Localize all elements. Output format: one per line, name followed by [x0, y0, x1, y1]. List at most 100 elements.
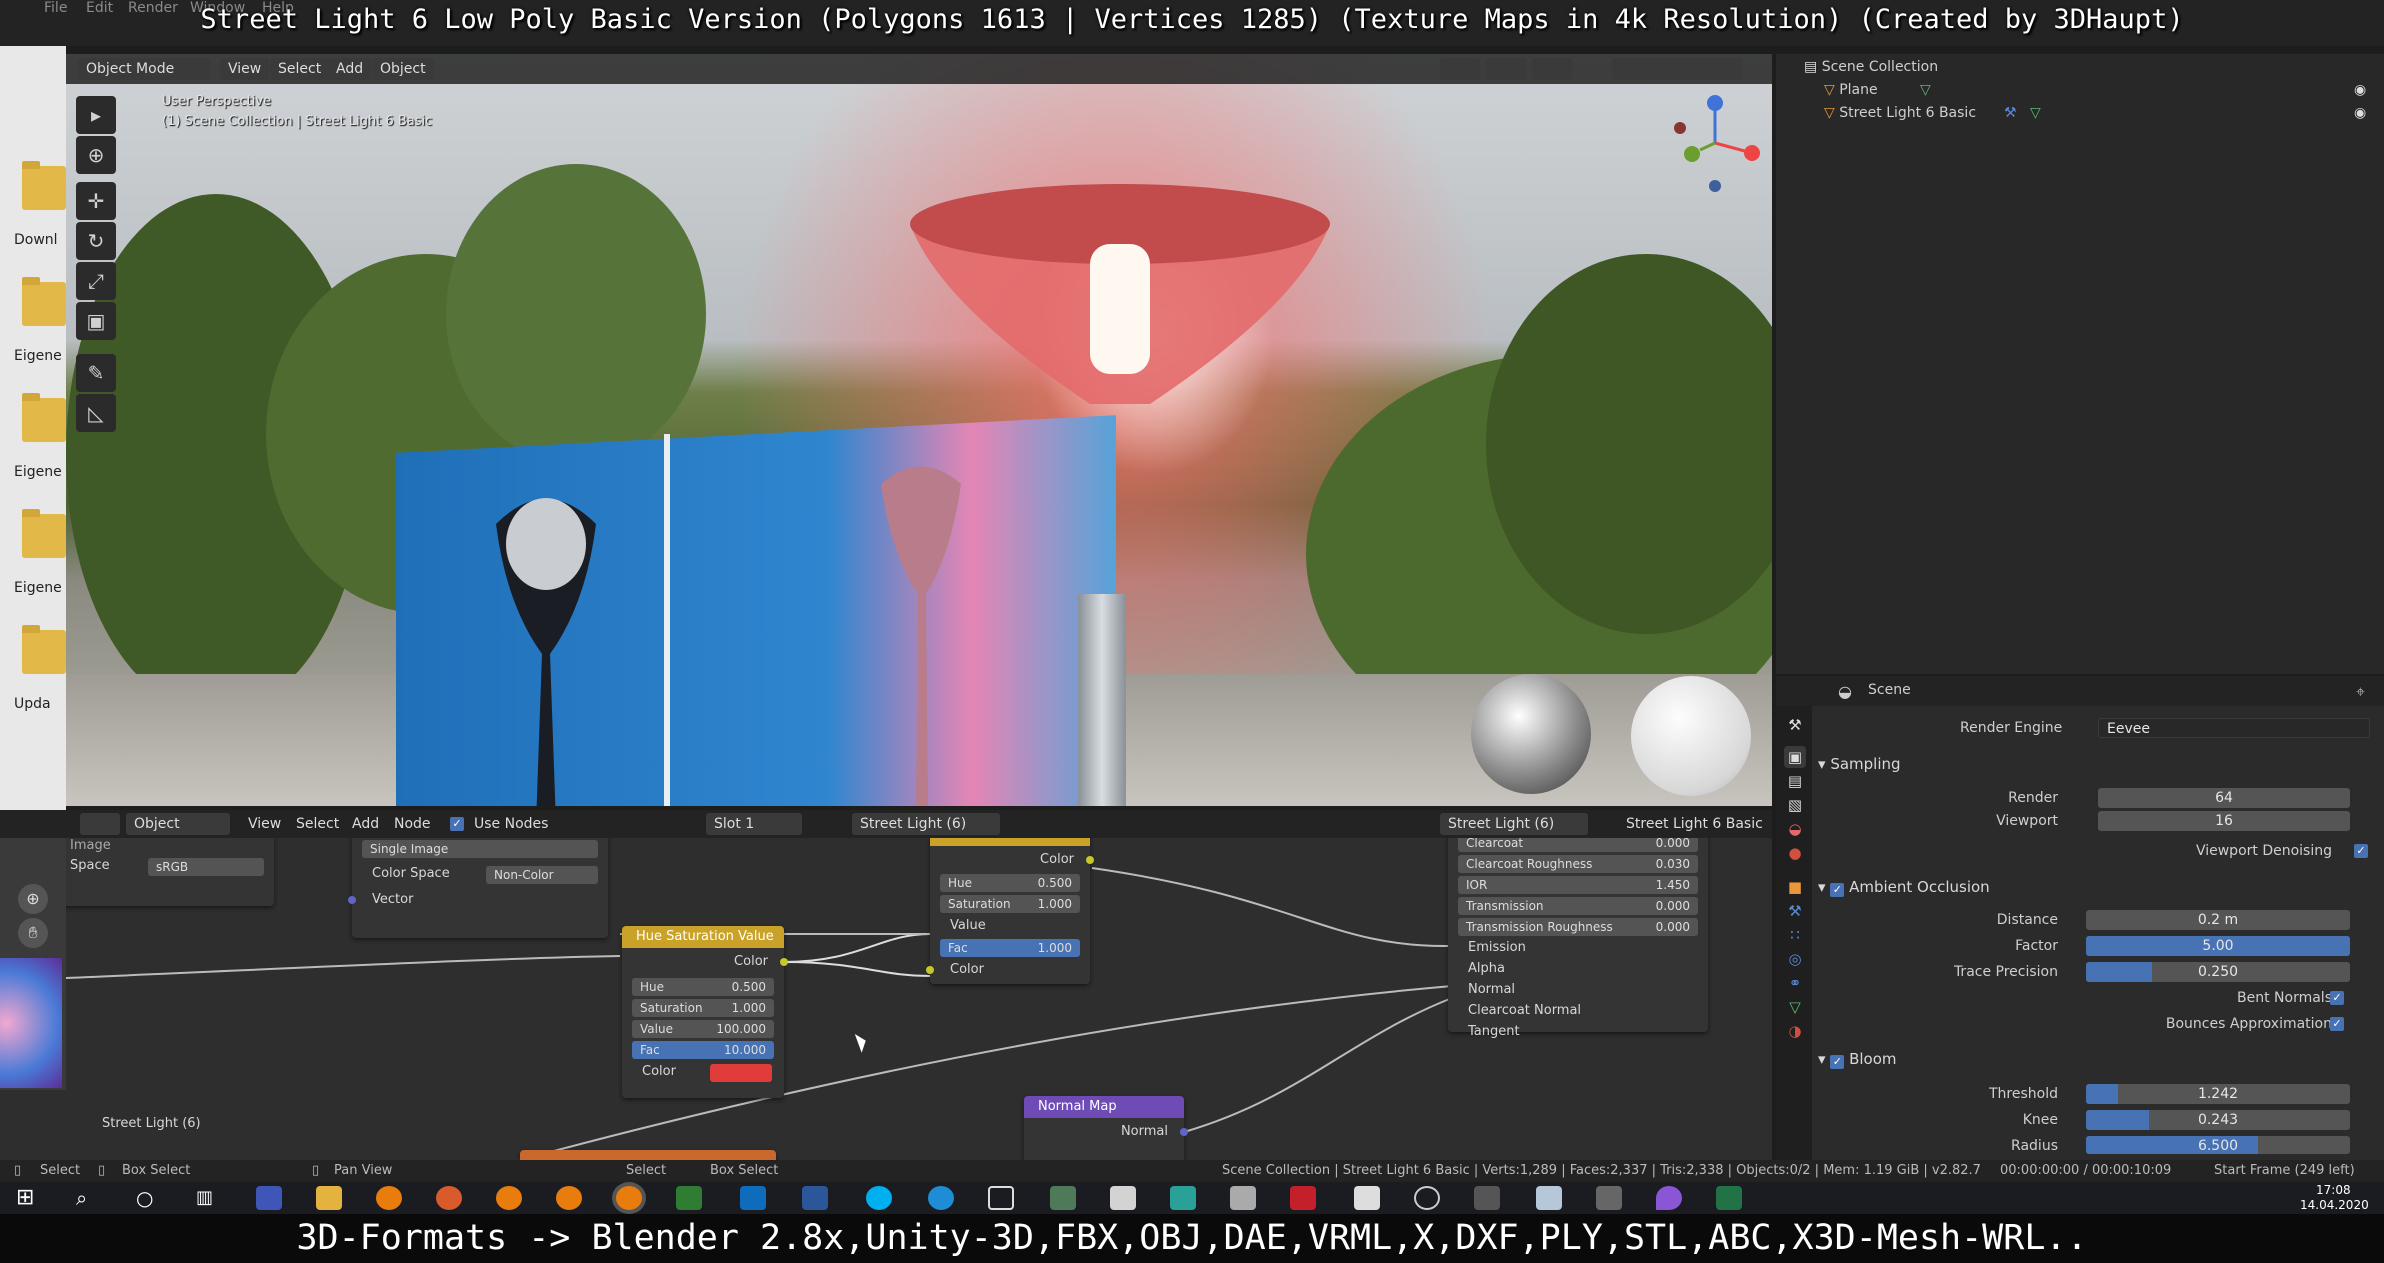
color-swatch[interactable] — [710, 1064, 772, 1082]
hue-saturation-value-node[interactable]: Hue Saturation Value Color Hue0.500 Satu… — [622, 926, 788, 1098]
principled-bsdf-node[interactable]: Clearcoat 0.000 Clearcoat Roughness 0.030 … — [1448, 838, 1708, 1039]
obs-icon[interactable] — [1414, 1186, 1440, 1210]
render-tab-icon[interactable]: ▣ — [1784, 746, 1806, 768]
normal-output-socket[interactable] — [1180, 1128, 1188, 1136]
image-source-dropdown[interactable]: Single Image — [362, 840, 598, 858]
collapsed-node[interactable] — [520, 1150, 776, 1160]
app-icon[interactable] — [1536, 1186, 1562, 1210]
bloom-threshold-slider[interactable]: 1.242 — [2086, 1084, 2350, 1104]
bloom-radius-slider[interactable]: 6.500 — [2086, 1136, 2350, 1154]
output-tab-icon[interactable]: ▤ — [1784, 770, 1806, 792]
calculator-icon[interactable] — [1596, 1186, 1622, 1210]
render-engine-dropdown[interactable]: Eevee — [2098, 718, 2370, 738]
color-space-dropdown[interactable]: sRGB — [148, 858, 264, 876]
file-explorer-icon[interactable] — [316, 1186, 342, 1210]
ambient-occlusion-panel-header[interactable]: ▾ ✓ Ambient Occlusion — [1818, 878, 1990, 897]
render-samples-field[interactable]: 64 — [2098, 788, 2350, 808]
eye-icon[interactable]: ◉ — [2354, 79, 2366, 101]
skype-icon[interactable] — [866, 1186, 892, 1210]
app-icon[interactable] — [1354, 1186, 1380, 1210]
object-material-dropdown[interactable]: Street Light (6) — [1440, 813, 1588, 835]
ior-field[interactable]: IOR 1.450 — [1458, 876, 1698, 894]
shader-type-dropdown[interactable]: Object — [126, 813, 230, 835]
ao-factor-slider[interactable]: 5.00 — [2086, 936, 2350, 956]
value-field[interactable]: Value 100.000 — [632, 1020, 774, 1038]
floppy-save-icon[interactable] — [256, 1186, 282, 1210]
bent-normals-checkbox[interactable]: ✓ — [2330, 991, 2344, 1005]
data-tab-icon[interactable]: ▽ — [1784, 996, 1806, 1018]
word-icon[interactable] — [802, 1186, 828, 1210]
pin-icon[interactable]: ⌖ — [2356, 682, 2365, 702]
scene-tab-icon[interactable]: ◒ — [1784, 818, 1806, 840]
firefox-icon[interactable] — [436, 1186, 462, 1210]
folder-icon[interactable] — [22, 393, 66, 442]
cortana-icon[interactable]: ○ — [136, 1186, 162, 1210]
app-icon[interactable] — [1110, 1186, 1136, 1210]
color-input-socket[interactable] — [926, 966, 934, 974]
fac-field[interactable]: Fac 1.000 — [940, 939, 1080, 957]
navigation-gizmo[interactable] — [1660, 88, 1770, 198]
world-tab-icon[interactable]: ● — [1784, 842, 1806, 864]
clearcoat-field[interactable]: Clearcoat 0.000 — [1458, 838, 1698, 852]
object-tab-icon[interactable]: ■ — [1784, 876, 1806, 898]
move-tool-icon[interactable]: ✛ — [76, 182, 116, 220]
physics-tab-icon[interactable]: ◎ — [1784, 948, 1806, 970]
shading-mode-icons[interactable] — [1612, 58, 1742, 80]
bounces-approx-checkbox[interactable]: ✓ — [2330, 1017, 2344, 1031]
viewport-menu-add[interactable]: Add — [328, 58, 372, 80]
search-icon[interactable]: ⌕ — [76, 1186, 102, 1210]
color-output-socket[interactable] — [780, 958, 788, 966]
outliner-item-plane[interactable]: ▽ Plane ▽ ◉ — [1776, 79, 2384, 101]
app-icon[interactable] — [1050, 1186, 1076, 1210]
folder-icon[interactable] — [22, 625, 66, 674]
viewport-menu-view[interactable]: View — [220, 58, 270, 80]
normal-map-node[interactable]: Normal Map Normal — [1024, 1096, 1188, 1160]
vector-input-socket[interactable] — [348, 896, 356, 904]
transmission-field[interactable]: Transmission 0.000 — [1458, 897, 1698, 915]
saturation-field[interactable]: Saturation 1.000 — [940, 895, 1080, 913]
image-texture-node-partial[interactable]: Image Space sRGB — [60, 838, 274, 906]
saturation-field[interactable]: Saturation 1.000 — [632, 999, 774, 1017]
outliner-item-street-light[interactable]: ▽ Street Light 6 Basic ⚒ ▽ ◉ — [1776, 102, 2384, 124]
eye-icon[interactable]: ◉ — [2354, 102, 2366, 124]
rotate-tool-icon[interactable]: ↻ — [76, 222, 116, 260]
object-mode-dropdown[interactable]: Object Mode — [78, 58, 210, 80]
annotate-tool-icon[interactable]: ✎ — [76, 354, 116, 392]
outlook-icon[interactable] — [740, 1186, 766, 1210]
fac-field[interactable]: Fac 10.000 — [632, 1041, 774, 1059]
constraints-tab-icon[interactable]: ⚭ — [1784, 972, 1806, 994]
visibility-icon[interactable] — [1440, 58, 1480, 80]
clock-time[interactable]: 17:08 — [2316, 1183, 2351, 1197]
material-name-field[interactable]: Street Light (6) — [852, 813, 1000, 835]
excel-icon[interactable] — [1716, 1186, 1742, 1210]
ao-trace-precision-slider[interactable]: 0.250 — [2086, 962, 2350, 982]
ao-distance-field[interactable]: 0.2 m — [2086, 910, 2350, 930]
hue-field[interactable]: Hue 0.500 — [632, 978, 774, 996]
gizmo-toggle-icon[interactable] — [1486, 58, 1526, 80]
select-box-tool-icon[interactable]: ▸ — [76, 96, 116, 134]
3d-viewport[interactable]: User Perspective (1) Scene Collection | … — [66, 54, 1772, 806]
hue-field[interactable]: Hue 0.500 — [940, 874, 1080, 892]
scale-tool-icon[interactable]: ⤢ — [76, 262, 116, 300]
color-output-socket[interactable] — [1086, 856, 1094, 864]
measure-tool-icon[interactable]: ◺ — [76, 394, 116, 432]
viewport-menu-object[interactable]: Object — [372, 58, 434, 80]
hand-pan-icon[interactable]: ✋︎ — [18, 918, 48, 948]
street-light-model[interactable] — [900, 164, 1340, 404]
sampling-panel-header[interactable]: ▾ Sampling — [1818, 755, 1901, 773]
clearcoat-roughness-field[interactable]: Clearcoat Roughness 0.030 — [1458, 855, 1698, 873]
task-view-icon[interactable]: ▥ — [196, 1186, 222, 1210]
particles-tab-icon[interactable]: ∷ — [1784, 924, 1806, 946]
editor-type-icon[interactable] — [80, 813, 120, 835]
spreadsheet-icon[interactable] — [676, 1186, 702, 1210]
app-icon[interactable] — [1230, 1186, 1256, 1210]
material-tab-icon[interactable]: ◑ — [1784, 1020, 1806, 1042]
material-slot-dropdown[interactable]: Slot 1 — [706, 813, 802, 835]
acrobat-icon[interactable] — [1290, 1186, 1316, 1210]
transmission-roughness-field[interactable]: Transmission Roughness 0.000 — [1458, 918, 1698, 936]
bloom-knee-slider[interactable]: 0.243 — [2086, 1110, 2350, 1130]
use-nodes-checkbox[interactable]: ✓ — [450, 817, 464, 831]
blender-active-icon[interactable] — [616, 1186, 642, 1210]
overlay-toggle-icon[interactable] — [1532, 58, 1572, 80]
node-menu-view[interactable]: View — [240, 813, 289, 835]
